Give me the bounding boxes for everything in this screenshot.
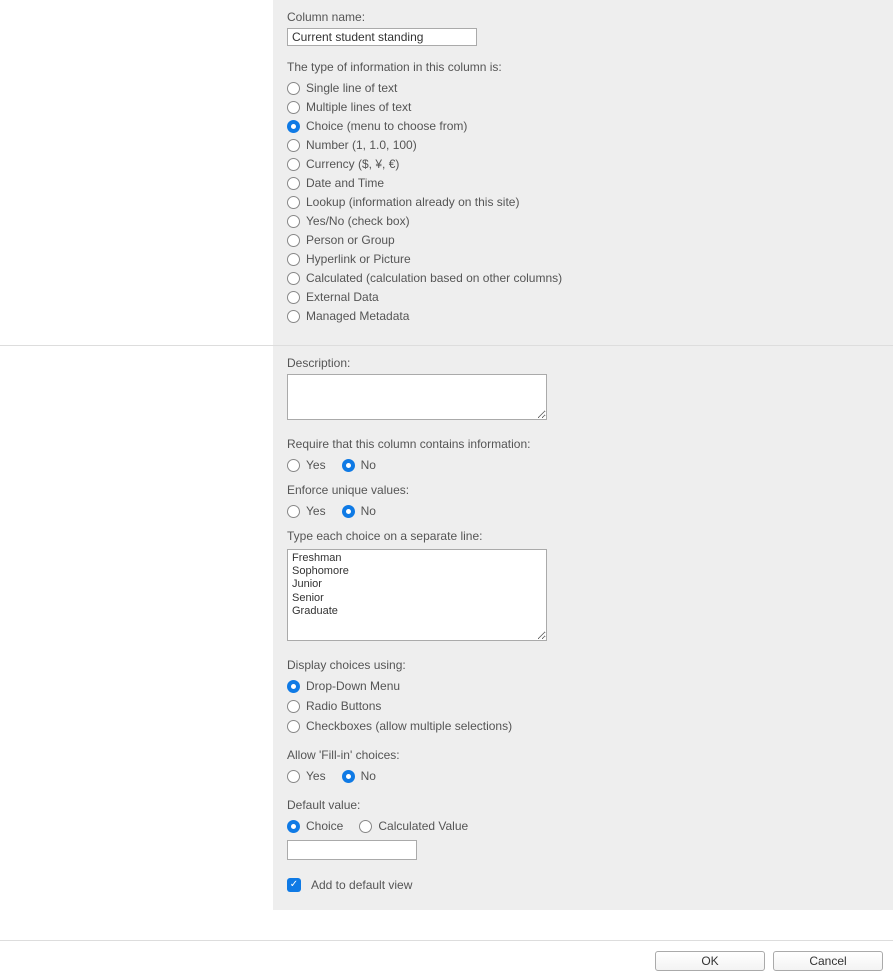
type-option-choice[interactable]: Choice (menu to choose from) xyxy=(287,118,879,134)
button-bar: OK Cancel xyxy=(0,940,893,971)
radio-icon xyxy=(287,158,300,171)
type-info-label: The type of information in this column i… xyxy=(287,60,879,74)
type-option-label: Single line of text xyxy=(306,80,397,96)
default-choice-label: Choice xyxy=(306,818,343,834)
require-label: Require that this column contains inform… xyxy=(287,437,879,451)
display-radio-label: Radio Buttons xyxy=(306,698,381,714)
default-choice[interactable]: Choice xyxy=(287,818,343,834)
radio-icon xyxy=(287,215,300,228)
unique-yes[interactable]: Yes xyxy=(287,503,326,519)
fillin-no[interactable]: No xyxy=(342,768,376,784)
fillin-yes-label: Yes xyxy=(306,768,326,784)
checkbox-icon xyxy=(287,878,301,892)
radio-icon xyxy=(359,820,372,833)
type-option-label: Lookup (information already on this site… xyxy=(306,194,519,210)
radio-icon xyxy=(287,700,300,713)
add-default-view[interactable]: Add to default view xyxy=(287,878,879,892)
display-label: Display choices using: xyxy=(287,658,879,672)
fillin-no-label: No xyxy=(361,768,376,784)
type-option-person[interactable]: Person or Group xyxy=(287,232,879,248)
column-name-input[interactable] xyxy=(287,28,477,46)
radio-icon xyxy=(342,770,355,783)
require-no[interactable]: No xyxy=(342,457,376,473)
radio-icon xyxy=(287,177,300,190)
radio-icon xyxy=(287,310,300,323)
description-label: Description: xyxy=(287,356,879,370)
type-option-label: Hyperlink or Picture xyxy=(306,251,411,267)
radio-icon xyxy=(287,680,300,693)
radio-icon xyxy=(287,272,300,285)
default-value-input[interactable] xyxy=(287,840,417,860)
fillin-label: Allow 'Fill-in' choices: xyxy=(287,748,879,762)
display-dropdown-label: Drop-Down Menu xyxy=(306,678,400,694)
radio-icon xyxy=(287,196,300,209)
type-option-hyperlink[interactable]: Hyperlink or Picture xyxy=(287,251,879,267)
type-option-calculated[interactable]: Calculated (calculation based on other c… xyxy=(287,270,879,286)
radio-icon xyxy=(342,505,355,518)
type-option-label: Calculated (calculation based on other c… xyxy=(306,270,562,286)
display-checkbox[interactable]: Checkboxes (allow multiple selections) xyxy=(287,718,879,734)
require-yes[interactable]: Yes xyxy=(287,457,326,473)
unique-label: Enforce unique values: xyxy=(287,483,879,497)
default-calculated-label: Calculated Value xyxy=(378,818,468,834)
type-option-managed[interactable]: Managed Metadata xyxy=(287,308,879,324)
column-name-label: Column name: xyxy=(287,10,879,24)
radio-icon xyxy=(287,101,300,114)
type-option-label: Choice (menu to choose from) xyxy=(306,118,467,134)
radio-icon xyxy=(287,291,300,304)
radio-icon xyxy=(287,770,300,783)
radio-icon xyxy=(287,720,300,733)
unique-yes-label: Yes xyxy=(306,503,326,519)
type-option-yesno[interactable]: Yes/No (check box) xyxy=(287,213,879,229)
add-default-view-label: Add to default view xyxy=(311,878,412,892)
type-option-label: Number (1, 1.0, 100) xyxy=(306,137,417,153)
radio-icon xyxy=(287,234,300,247)
type-option-label: Currency ($, ¥, €) xyxy=(306,156,399,172)
type-option-label: Date and Time xyxy=(306,175,384,191)
type-option-multi[interactable]: Multiple lines of text xyxy=(287,99,879,115)
radio-icon xyxy=(287,253,300,266)
type-option-label: Yes/No (check box) xyxy=(306,213,410,229)
radio-icon xyxy=(342,459,355,472)
radio-icon xyxy=(287,139,300,152)
default-calculated[interactable]: Calculated Value xyxy=(359,818,468,834)
display-dropdown[interactable]: Drop-Down Menu xyxy=(287,678,879,694)
choices-input[interactable] xyxy=(287,549,547,641)
unique-no-label: No xyxy=(361,503,376,519)
display-radio[interactable]: Radio Buttons xyxy=(287,698,879,714)
type-option-label: Managed Metadata xyxy=(306,308,409,324)
type-option-external[interactable]: External Data xyxy=(287,289,879,305)
type-option-datetime[interactable]: Date and Time xyxy=(287,175,879,191)
unique-no[interactable]: No xyxy=(342,503,376,519)
require-no-label: No xyxy=(361,457,376,473)
require-yes-label: Yes xyxy=(306,457,326,473)
type-option-currency[interactable]: Currency ($, ¥, €) xyxy=(287,156,879,172)
radio-icon xyxy=(287,459,300,472)
type-option-number[interactable]: Number (1, 1.0, 100) xyxy=(287,137,879,153)
type-option-lookup[interactable]: Lookup (information already on this site… xyxy=(287,194,879,210)
type-option-label: Multiple lines of text xyxy=(306,99,411,115)
radio-icon xyxy=(287,120,300,133)
radio-icon xyxy=(287,82,300,95)
type-option-label: Person or Group xyxy=(306,232,395,248)
choices-label: Type each choice on a separate line: xyxy=(287,529,879,543)
type-option-single[interactable]: Single line of text xyxy=(287,80,879,96)
default-value-label: Default value: xyxy=(287,798,879,812)
cancel-button[interactable]: Cancel xyxy=(773,951,883,971)
radio-icon xyxy=(287,820,300,833)
radio-icon xyxy=(287,505,300,518)
ok-button[interactable]: OK xyxy=(655,951,765,971)
display-checkbox-label: Checkboxes (allow multiple selections) xyxy=(306,718,512,734)
fillin-yes[interactable]: Yes xyxy=(287,768,326,784)
type-option-label: External Data xyxy=(306,289,379,305)
description-input[interactable] xyxy=(287,374,547,420)
